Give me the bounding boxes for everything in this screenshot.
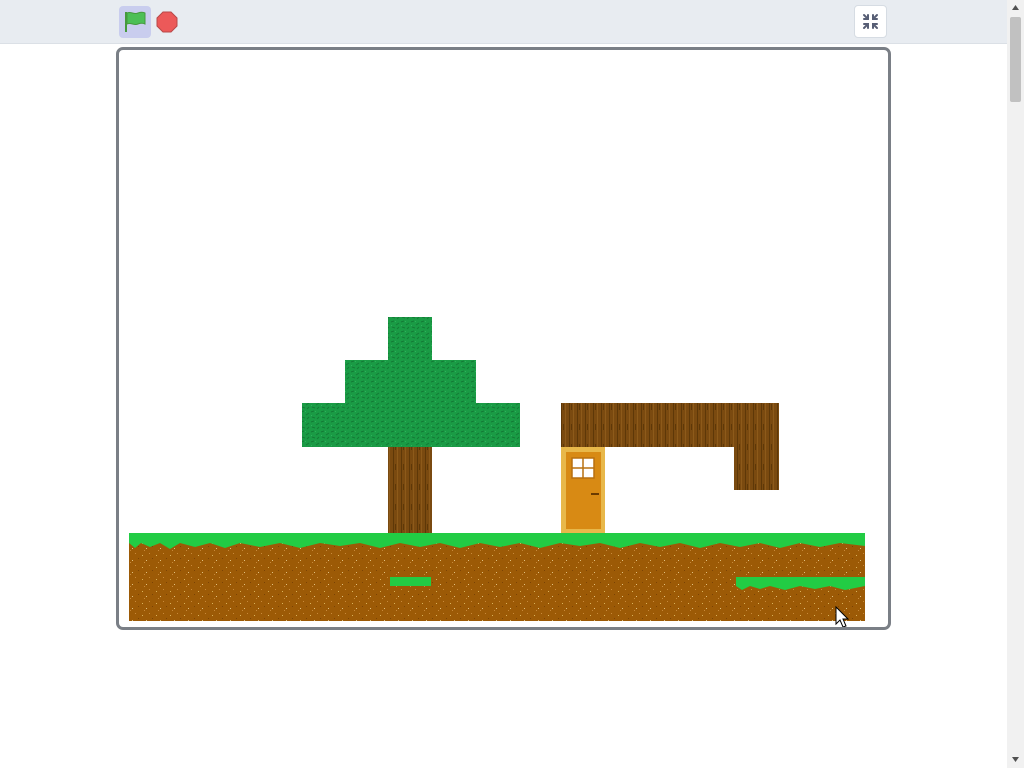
green-flag-button[interactable] <box>119 6 151 38</box>
tree-leaves-middle <box>345 360 476 404</box>
tree-leaves-top <box>388 317 432 361</box>
wood-beam <box>561 403 779 447</box>
green-flag-icon <box>125 11 146 32</box>
stage-toolbar <box>0 0 1007 44</box>
ground-sprite <box>129 533 865 621</box>
scroll-up-arrow-icon[interactable] <box>1011 4 1020 12</box>
door-handle <box>591 493 599 495</box>
scroll-down-arrow-icon[interactable] <box>1011 755 1020 763</box>
exit-fullscreen-button[interactable] <box>854 5 887 38</box>
stage[interactable] <box>116 47 891 630</box>
door-sprite <box>561 447 605 533</box>
wood-pillar <box>734 446 779 490</box>
scroll-thumb[interactable] <box>1010 17 1021 102</box>
stop-sign-icon <box>156 11 178 33</box>
exit-fullscreen-icon <box>863 14 878 29</box>
tree-leaves-bottom <box>302 403 520 447</box>
grass-patch-right <box>736 577 865 586</box>
page-scrollbar[interactable] <box>1007 0 1024 768</box>
tree-trunk <box>388 446 432 534</box>
stage-scene <box>129 317 865 627</box>
tree-sprite <box>302 317 520 534</box>
grass-top <box>129 533 865 543</box>
stop-button[interactable] <box>156 11 178 33</box>
grass-patch-left <box>390 577 431 586</box>
